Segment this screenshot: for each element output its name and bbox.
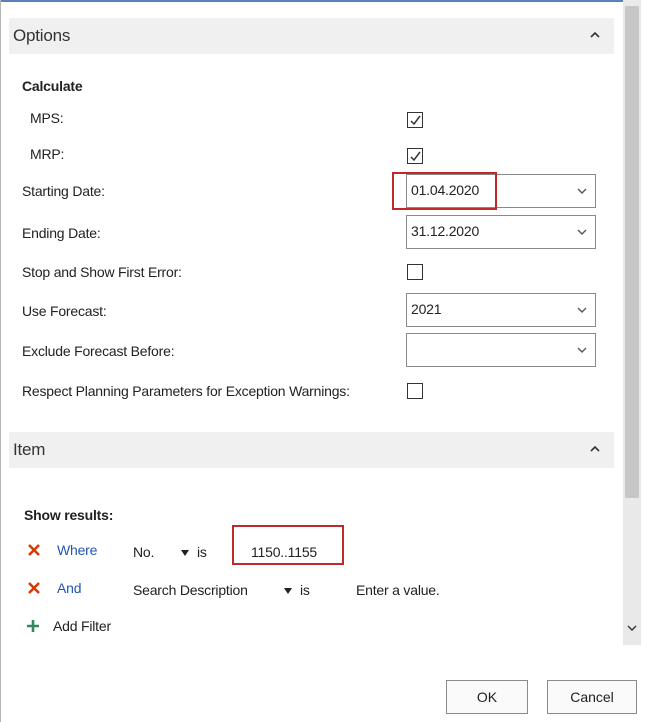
field-dropdown-icon[interactable] <box>181 550 189 556</box>
respect-params-label: Respect Planning Parameters for Exceptio… <box>22 383 350 399</box>
calculate-group-label: Calculate <box>22 78 83 94</box>
scroll-down-icon[interactable] <box>627 625 637 632</box>
mrp-label: MRP: <box>30 146 65 162</box>
options-section-header[interactable]: Options <box>9 18 614 54</box>
add-filter-link[interactable]: Add Filter <box>53 618 111 634</box>
chevron-down-icon[interactable] <box>577 347 587 354</box>
mrp-checkbox[interactable] <box>407 148 423 164</box>
starting-date-label: Starting Date: <box>22 183 105 199</box>
field-dropdown-icon[interactable] <box>284 588 292 594</box>
remove-filter-icon[interactable] <box>27 543 41 557</box>
request-page-dialog: Options Calculate MPS: MRP: Starting Dat… <box>0 0 648 722</box>
respect-params-checkbox[interactable] <box>407 383 423 399</box>
mps-label: MPS: <box>30 110 64 126</box>
stop-first-error-label: Stop and Show First Error: <box>22 264 182 280</box>
add-icon[interactable] <box>26 619 40 633</box>
filter-value-highlight <box>232 525 344 565</box>
item-section-header[interactable]: Item <box>9 432 614 468</box>
checkmark-icon <box>410 115 421 126</box>
remove-filter-icon[interactable] <box>27 581 41 595</box>
exclude-forecast-field[interactable] <box>406 333 596 367</box>
ending-date-value: 31.12.2020 <box>411 223 480 239</box>
checkmark-icon <box>410 151 421 162</box>
filter-field-no[interactable]: No. <box>133 544 154 560</box>
use-forecast-label: Use Forecast: <box>22 303 107 319</box>
exclude-forecast-label: Exclude Forecast Before: <box>22 343 175 359</box>
collapse-item-icon[interactable] <box>590 442 600 456</box>
show-results-label: Show results: <box>24 507 114 523</box>
item-header-label: Item <box>13 440 46 459</box>
mps-checkbox[interactable] <box>407 112 423 128</box>
scrollbar[interactable] <box>623 0 641 645</box>
ok-button[interactable]: OK <box>446 680 528 714</box>
ending-date-label: Ending Date: <box>22 225 101 241</box>
filter-connector-where[interactable]: Where <box>57 542 97 558</box>
cancel-button[interactable]: Cancel <box>547 680 637 714</box>
chevron-down-icon[interactable] <box>577 307 587 314</box>
ending-date-field[interactable]: 31.12.2020 <box>406 215 596 249</box>
scrollbar-thumb[interactable] <box>625 6 639 498</box>
starting-date-highlight <box>392 172 497 210</box>
stop-first-error-checkbox[interactable] <box>407 264 423 280</box>
options-header-label: Options <box>13 26 71 45</box>
chevron-down-icon[interactable] <box>577 188 587 195</box>
filter-operator-is: is <box>300 582 310 598</box>
use-forecast-value: 2021 <box>411 301 442 317</box>
collapse-options-icon[interactable] <box>590 28 600 42</box>
filter-operator-is: is <box>197 544 207 560</box>
dialog-top-border <box>1 0 631 2</box>
chevron-down-icon[interactable] <box>577 229 587 236</box>
use-forecast-field[interactable]: 2021 <box>406 293 596 327</box>
filter-value-input[interactable]: Enter a value. <box>356 582 440 598</box>
filter-connector-and[interactable]: And <box>57 580 82 596</box>
filter-field-search-description[interactable]: Search Description <box>133 582 248 598</box>
